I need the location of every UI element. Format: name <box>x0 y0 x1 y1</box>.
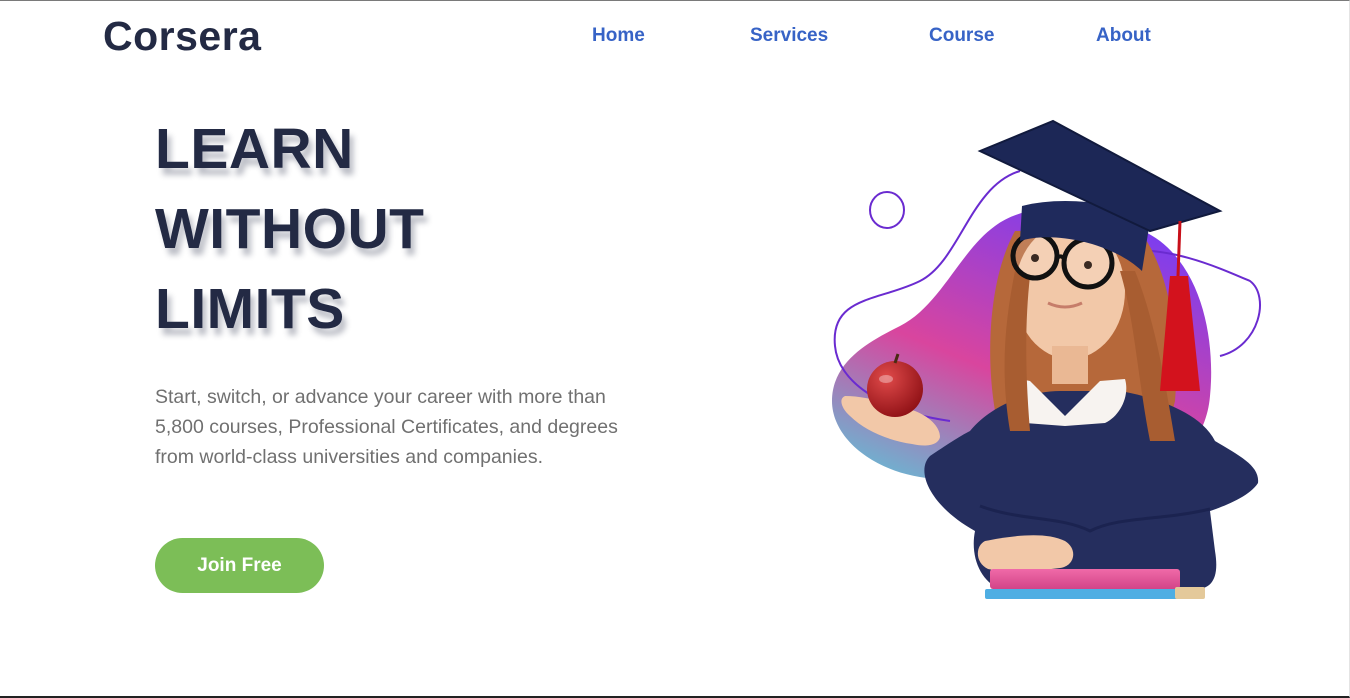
hero-illustration <box>832 119 1261 599</box>
nav-link-services[interactable]: Services <box>750 25 828 47</box>
nav-link-about[interactable]: About <box>1096 25 1151 47</box>
small-circle <box>869 191 905 229</box>
nav-link-course[interactable]: Course <box>929 25 994 47</box>
apple-icon <box>867 361 923 417</box>
book-pink <box>990 569 1180 589</box>
hero-headline: LEARN WITHOUT LIMITS <box>155 109 675 349</box>
join-free-button[interactable]: Join Free <box>155 538 324 593</box>
main-nav: Home Services Course About <box>0 25 1349 51</box>
headline-line-2: WITHOUT <box>155 197 425 261</box>
tassel-cord <box>1176 220 1182 277</box>
book-tan <box>1175 587 1205 599</box>
headline-line-3: LIMITS <box>155 277 345 341</box>
nav-link-home[interactable]: Home <box>592 25 645 47</box>
hero-description: Start, switch, or advance your career wi… <box>155 386 618 468</box>
neck <box>1052 346 1088 384</box>
headline-line-1: LEARN <box>155 117 354 181</box>
landing-page: Corsera Home Services Course About LEARN… <box>0 0 1350 698</box>
hand-on-books <box>977 535 1074 572</box>
book-blue <box>985 589 1190 599</box>
